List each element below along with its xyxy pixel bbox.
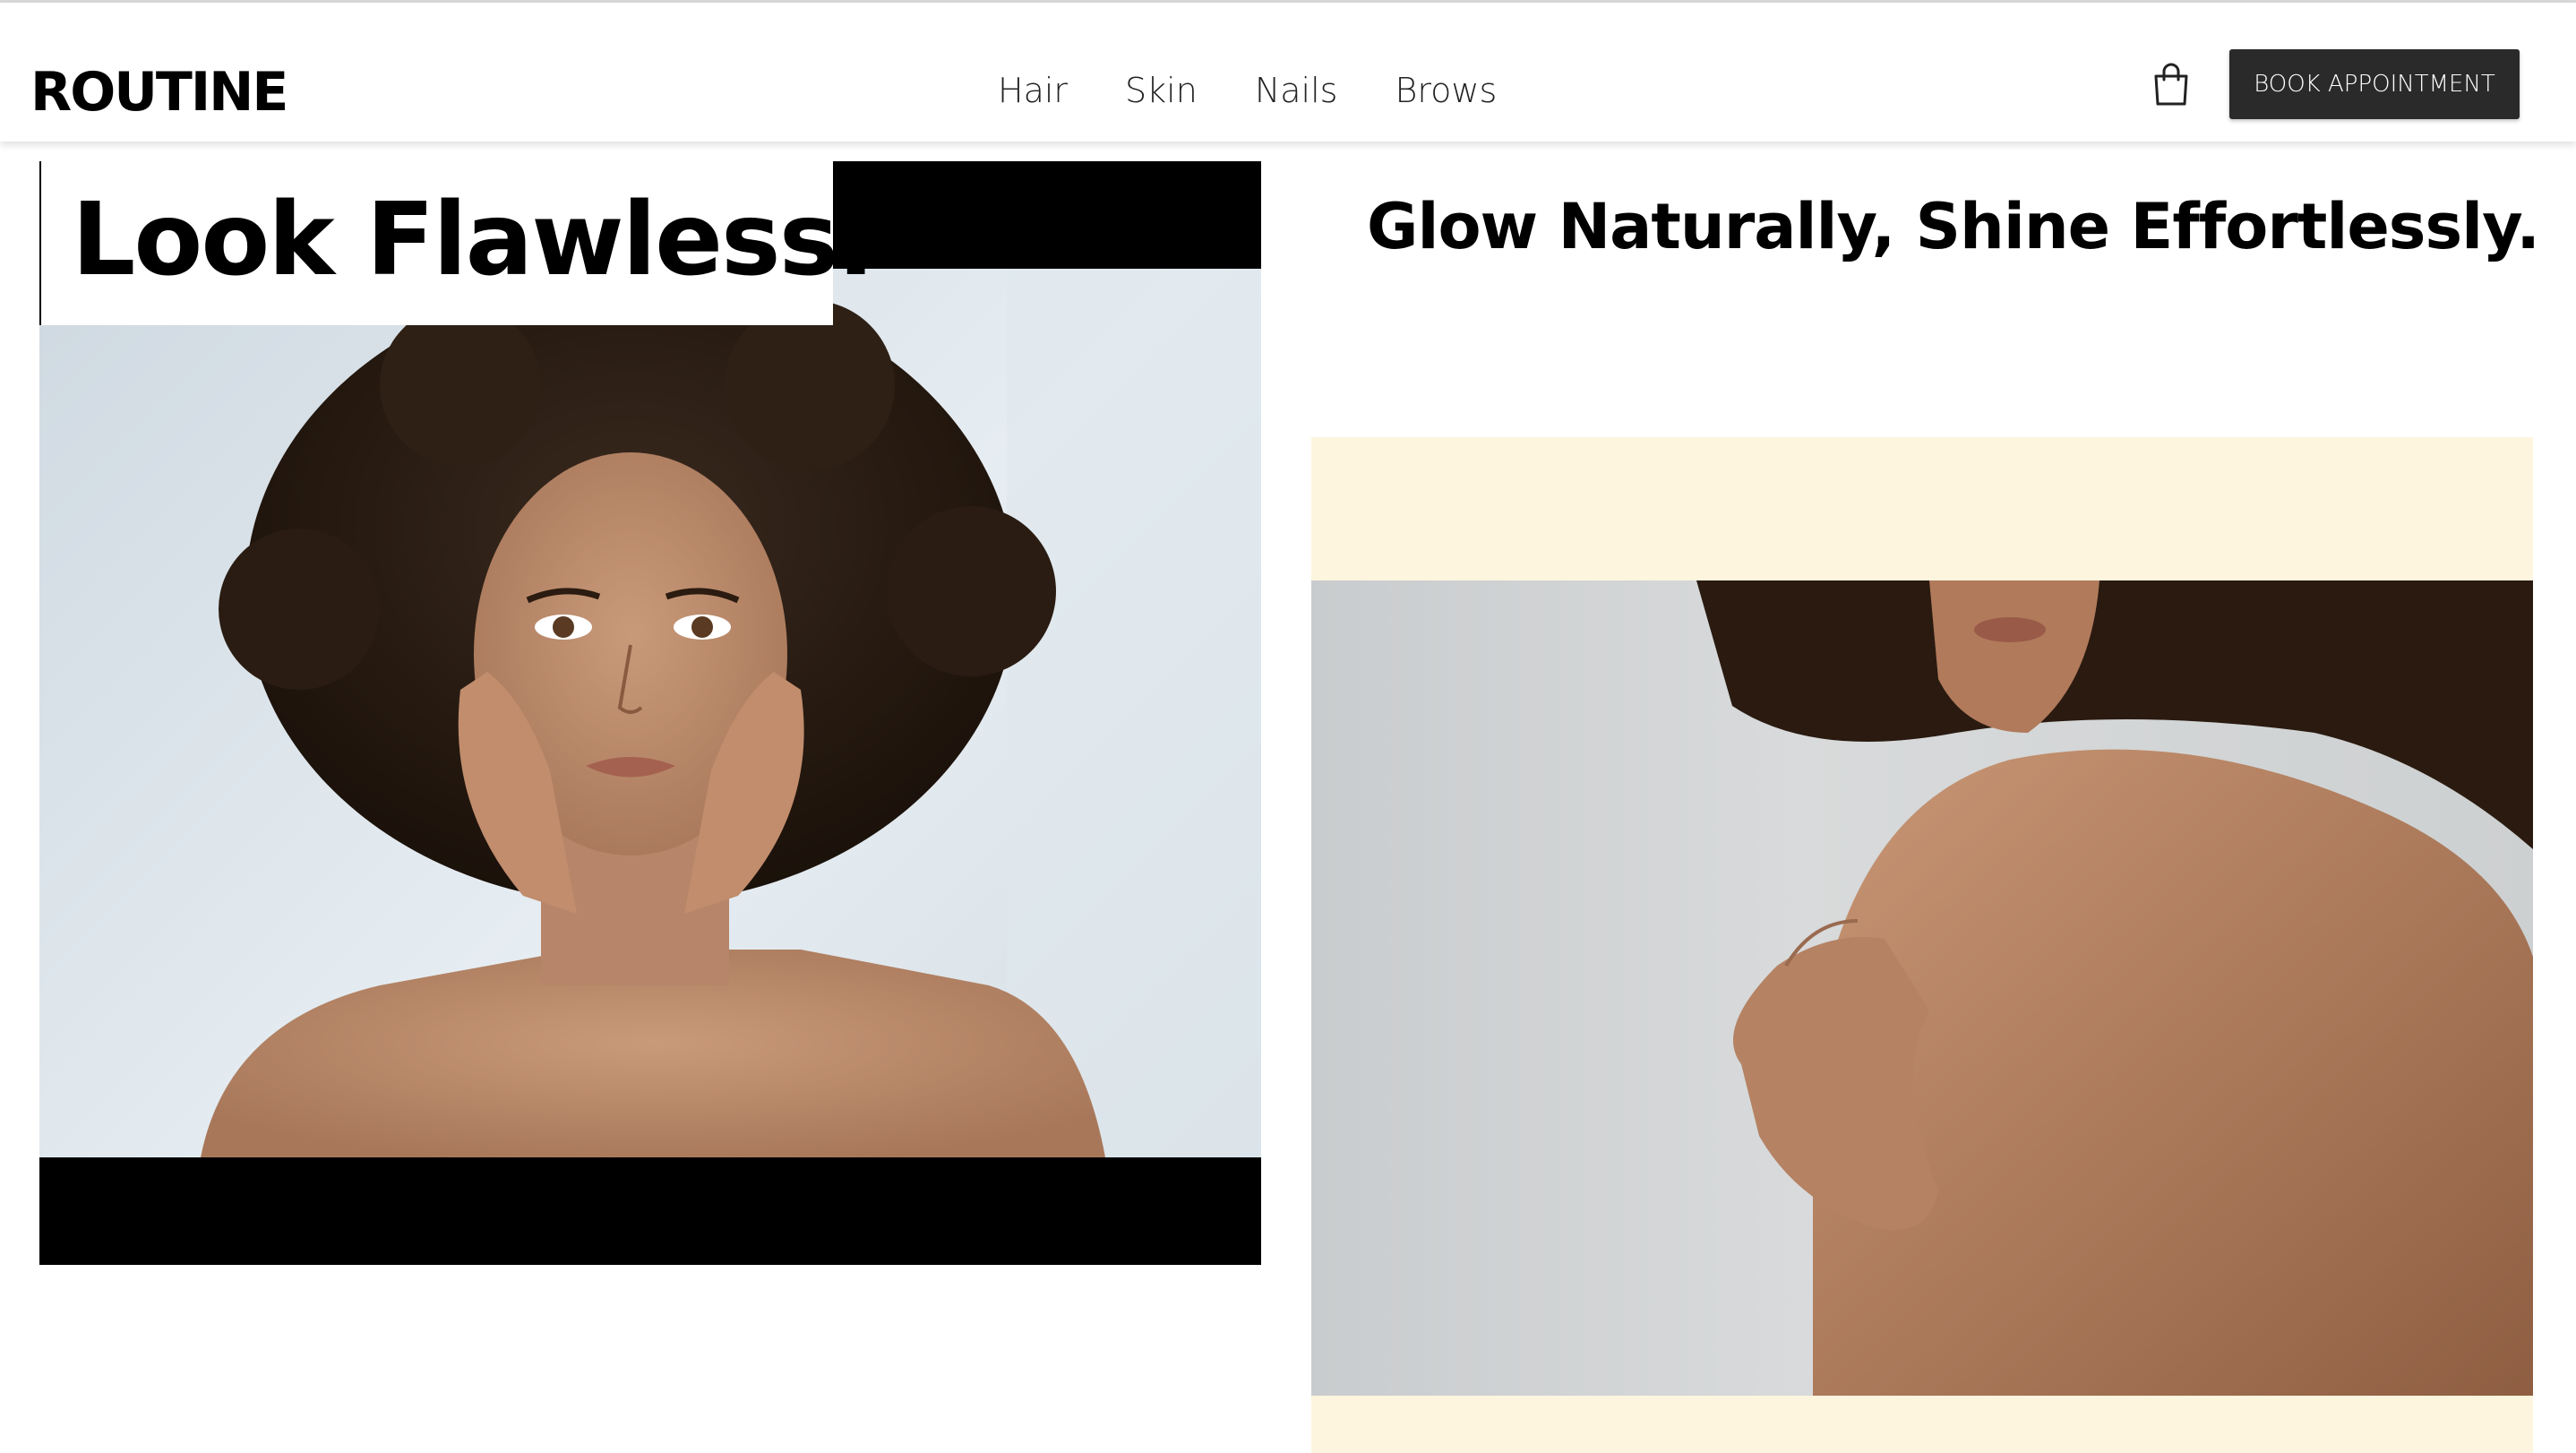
nav-skin[interactable]: Skin [1125, 71, 1198, 110]
glow-card [1311, 437, 2533, 1453]
main-nav: Hair Skin Nails Brows [998, 71, 1497, 110]
brand-logo[interactable]: ROUTINE [30, 65, 288, 119]
look-flawless-card: Look Flawless. [39, 161, 1261, 1265]
nav-nails[interactable]: Nails [1255, 71, 1338, 110]
portrait-illustration [201, 269, 1261, 1157]
shoulder-illustration [1696, 580, 2533, 1396]
book-appointment-button[interactable]: BOOK APPOINTMENT [2229, 49, 2520, 119]
headline-box: Look Flawless. [39, 161, 875, 325]
nav-brows[interactable]: Brows [1395, 71, 1497, 110]
portrait-photo [39, 269, 1261, 1157]
headline-look-flawless: Look Flawless. [72, 182, 875, 298]
nav-hair[interactable]: Hair [998, 71, 1068, 110]
headline-glow-naturally: Glow Naturally, Shine Effortlessly. [1367, 190, 2540, 263]
site-header: ROUTINE Hair Skin Nails Brows BOOK APPOI… [0, 3, 2576, 142]
shoulder-photo [1311, 580, 2533, 1396]
shopping-bag-icon[interactable] [2151, 62, 2191, 107]
